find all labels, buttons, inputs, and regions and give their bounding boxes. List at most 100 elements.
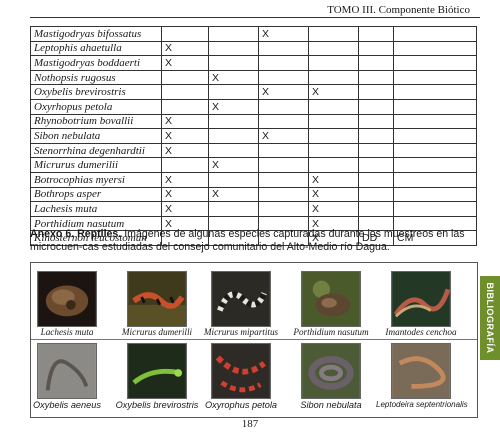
occurrence-cell: [208, 26, 259, 42]
label-sibon-nebulata: Sibon nebulata: [300, 400, 362, 410]
species-name-cell: Oxyrhopus petola: [30, 98, 162, 115]
photo-oxyrophus-petola: [211, 343, 271, 399]
occurrence-cell: [161, 26, 209, 42]
species-name-cell: Stenorrhina degenhardtii: [30, 142, 162, 159]
table-row: Nothopsis rugosus X: [30, 69, 477, 86]
annex-caption: Anexo 6. Reptiles. Imágenes de algunas e…: [30, 228, 478, 254]
occurrence-cell: X: [308, 171, 359, 188]
species-name-cell: Oxybelis brevirostris: [30, 84, 162, 100]
header-rule: [30, 17, 480, 18]
occurrence-cell: [208, 113, 259, 130]
occurrence-cell: [393, 84, 477, 100]
occurrence-cell: [258, 98, 309, 115]
occurrence-cell: X: [161, 113, 209, 130]
table-row: Bothrops asper X X X: [30, 186, 477, 203]
table-row: Oxybelis brevirostris X X: [30, 84, 477, 100]
occurrence-cell: X: [208, 157, 259, 173]
occurrence-cell: [358, 55, 394, 71]
species-name-cell: Rhynobotrium bovallii: [30, 113, 162, 130]
occurrence-cell: [358, 157, 394, 173]
occurrence-cell: X: [161, 186, 209, 203]
label-imantodes-cenchoa: Imantodes cenchoa: [385, 327, 457, 337]
occurrence-cell: X: [161, 171, 209, 188]
photo-gallery: Lachesis muta Micrurus dumerilli Micruru…: [30, 262, 478, 418]
table-row: Oxyrhopus petola X: [30, 98, 477, 115]
occurrence-cell: [258, 113, 309, 130]
occurrence-cell: [358, 201, 394, 217]
table-row: Mastigodryas bifossatus X: [30, 26, 477, 42]
occurrence-cell: [308, 40, 359, 57]
occurrence-cell: [358, 26, 394, 42]
occurrence-cell: [208, 171, 259, 188]
occurrence-cell: [258, 69, 309, 86]
label-lachesis-muta: Lachesis muta: [40, 327, 94, 337]
label-porthidium-nasutum: Porthidium nasutum: [293, 327, 369, 337]
occurrence-cell: [393, 40, 477, 57]
occurrence-cell: [161, 157, 209, 173]
occurrence-cell: [308, 128, 359, 144]
species-table: Mastigodryas bifossatus X Leptophis ahaetu…: [30, 26, 477, 246]
occurrence-cell: [393, 157, 477, 173]
label-oxybelis-aeneus: Oxybelis aeneus: [33, 400, 101, 410]
species-name-cell: Nothopsis rugosus: [30, 69, 162, 86]
occurrence-cell: [393, 26, 477, 42]
occurrence-cell: X: [308, 84, 359, 100]
occurrence-cell: [308, 26, 359, 42]
occurrence-cell: X: [308, 186, 359, 203]
species-name-cell: Mastigodryas boddaerti: [30, 55, 162, 71]
table-row: Rhynobotrium bovallii X: [30, 113, 477, 130]
photo-porthidium-nasutum: [301, 271, 361, 327]
photo-sibon-nebulata: [301, 343, 361, 399]
occurrence-cell: [208, 84, 259, 100]
label-micrurus-mipartitus: Micrurus mipartitus: [203, 327, 279, 337]
occurrence-cell: X: [208, 98, 259, 115]
occurrence-cell: X: [161, 201, 209, 217]
table-row: Leptophis ahaetulla X: [30, 40, 477, 57]
table-row: Mastigodryas boddaerti X: [30, 55, 477, 71]
occurrence-cell: [308, 98, 359, 115]
label-leptodeira-septentrionalis: Leptodeira septentrionalis: [376, 400, 468, 409]
bibliography-tab-label: BIBLIOGRAFÍA: [485, 282, 495, 354]
occurrence-cell: [358, 84, 394, 100]
occurrence-cell: [258, 55, 309, 71]
table-row: Lachesis muta X X: [30, 201, 477, 217]
table-row: Stenorrhina degenhardtii X: [30, 142, 477, 159]
occurrence-cell: [258, 171, 309, 188]
occurrence-cell: [358, 98, 394, 115]
annex-label: Anexo 6. Reptiles.: [30, 228, 122, 240]
occurrence-cell: [308, 69, 359, 86]
photo-oxybelis-aeneus: [37, 343, 97, 399]
table-row: Sibon nebulata X X: [30, 128, 477, 144]
occurrence-cell: [393, 201, 477, 217]
occurrence-cell: [308, 142, 359, 159]
occurrence-cell: X: [161, 40, 209, 57]
species-name-cell: Micrurus dumerilii: [30, 157, 162, 173]
occurrence-cell: [358, 69, 394, 86]
occurrence-cell: [258, 157, 309, 173]
occurrence-cell: [393, 113, 477, 130]
occurrence-cell: [358, 128, 394, 144]
occurrence-cell: [258, 142, 309, 159]
bibliography-tab[interactable]: BIBLIOGRAFÍA: [480, 276, 500, 360]
occurrence-cell: X: [258, 26, 309, 42]
occurrence-cell: [208, 142, 259, 159]
photo-imantodes-cenchoa: [391, 271, 451, 327]
photo-lachesis-muta: [37, 271, 97, 327]
page-number: 187: [241, 418, 259, 430]
species-name-cell: Bothrops asper: [30, 186, 162, 203]
occurrence-cell: X: [308, 201, 359, 217]
occurrence-cell: [161, 69, 209, 86]
occurrence-cell: [161, 98, 209, 115]
occurrence-cell: [308, 113, 359, 130]
occurrence-cell: [208, 128, 259, 144]
occurrence-cell: [208, 201, 259, 217]
occurrence-cell: [161, 84, 209, 100]
label-oxybelis-brevirostris: Oxybelis brevirostris: [115, 400, 199, 410]
label-micrurus-dumerilli: Micrurus dumerilli: [121, 327, 193, 337]
gallery-divider: [31, 339, 477, 340]
species-name-cell: Sibon nebulata: [30, 128, 162, 144]
occurrence-cell: [393, 55, 477, 71]
occurrence-cell: [258, 201, 309, 217]
label-oxyrophus-petola: Oxyrophus petola: [204, 400, 277, 410]
occurrence-cell: [358, 142, 394, 159]
